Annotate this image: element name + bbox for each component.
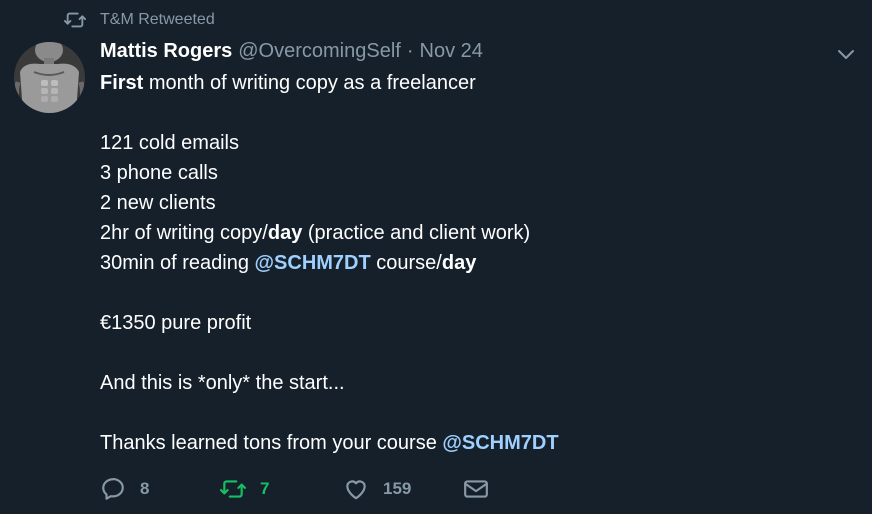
tweet-text: First month of writing copy as a freelan… — [100, 68, 840, 458]
tweet-line: 2 new clients — [100, 192, 216, 214]
tweet-timestamp[interactable]: Nov 24 — [420, 40, 483, 63]
tweet-header: Mattis Rogers @OvercomingSelf · Nov 24 — [100, 40, 483, 66]
tweet-line: 2hr of writing copy/day (practice and cl… — [100, 218, 840, 248]
text-span: 2hr of writing copy/ — [100, 222, 268, 244]
tweet-line: 3 phone calls — [100, 162, 218, 184]
like-count: 159 — [383, 479, 412, 498]
bold-text: First — [100, 72, 144, 94]
retweet-context-label[interactable]: T&M Retweeted — [100, 11, 215, 29]
bold-text: day — [267, 222, 303, 244]
reply-count: 8 — [140, 479, 150, 498]
header-separator: · — [406, 40, 414, 62]
heart-icon — [343, 476, 369, 502]
text-span: 30min of reading — [100, 252, 255, 274]
reply-icon — [100, 476, 126, 502]
retweet-context: T&M Retweeted — [64, 9, 215, 31]
mention-link[interactable]: @SCHM7DT — [442, 432, 558, 454]
tweet-line: €1350 pure profit — [100, 312, 252, 334]
tweet-line: Thanks learned tons from your course @SC… — [100, 428, 840, 458]
retweet-count: 7 — [260, 479, 270, 498]
author-handle[interactable]: @OvercomingSelf — [238, 40, 401, 63]
chevron-down-icon[interactable] — [836, 44, 856, 64]
direct-message-button[interactable] — [463, 476, 489, 502]
tweet-card[interactable]: T&M Retweeted Mattis Rogers @OvercomingS… — [0, 0, 872, 514]
text-span: Thanks learned tons from your course — [100, 432, 443, 454]
tweet-line: First month of writing copy as a freelan… — [100, 68, 840, 98]
text-span: month of writing copy as a freelancer — [143, 72, 476, 94]
text-span: course/ — [370, 252, 442, 274]
author-display-name[interactable]: Mattis Rogers — [100, 40, 232, 63]
avatar[interactable] — [14, 42, 85, 113]
bold-text: day — [441, 252, 477, 274]
retweet-icon — [220, 476, 246, 502]
tweet-line: 121 cold emails — [100, 132, 239, 154]
tweet-line: 30min of reading @SCHM7DT course/day — [100, 248, 840, 278]
like-button[interactable]: 159 — [343, 476, 463, 502]
tweet-line: And this is *only* the start... — [100, 372, 345, 394]
retweet-icon — [64, 9, 86, 31]
retweet-button[interactable]: 7 — [220, 476, 343, 502]
envelope-icon — [463, 476, 489, 502]
text-span: (practice and client work) — [302, 222, 531, 244]
reply-button[interactable]: 8 — [100, 476, 220, 502]
mention-link[interactable]: @SCHM7DT — [255, 252, 371, 274]
tweet-actions: 8 7 159 — [100, 474, 489, 504]
